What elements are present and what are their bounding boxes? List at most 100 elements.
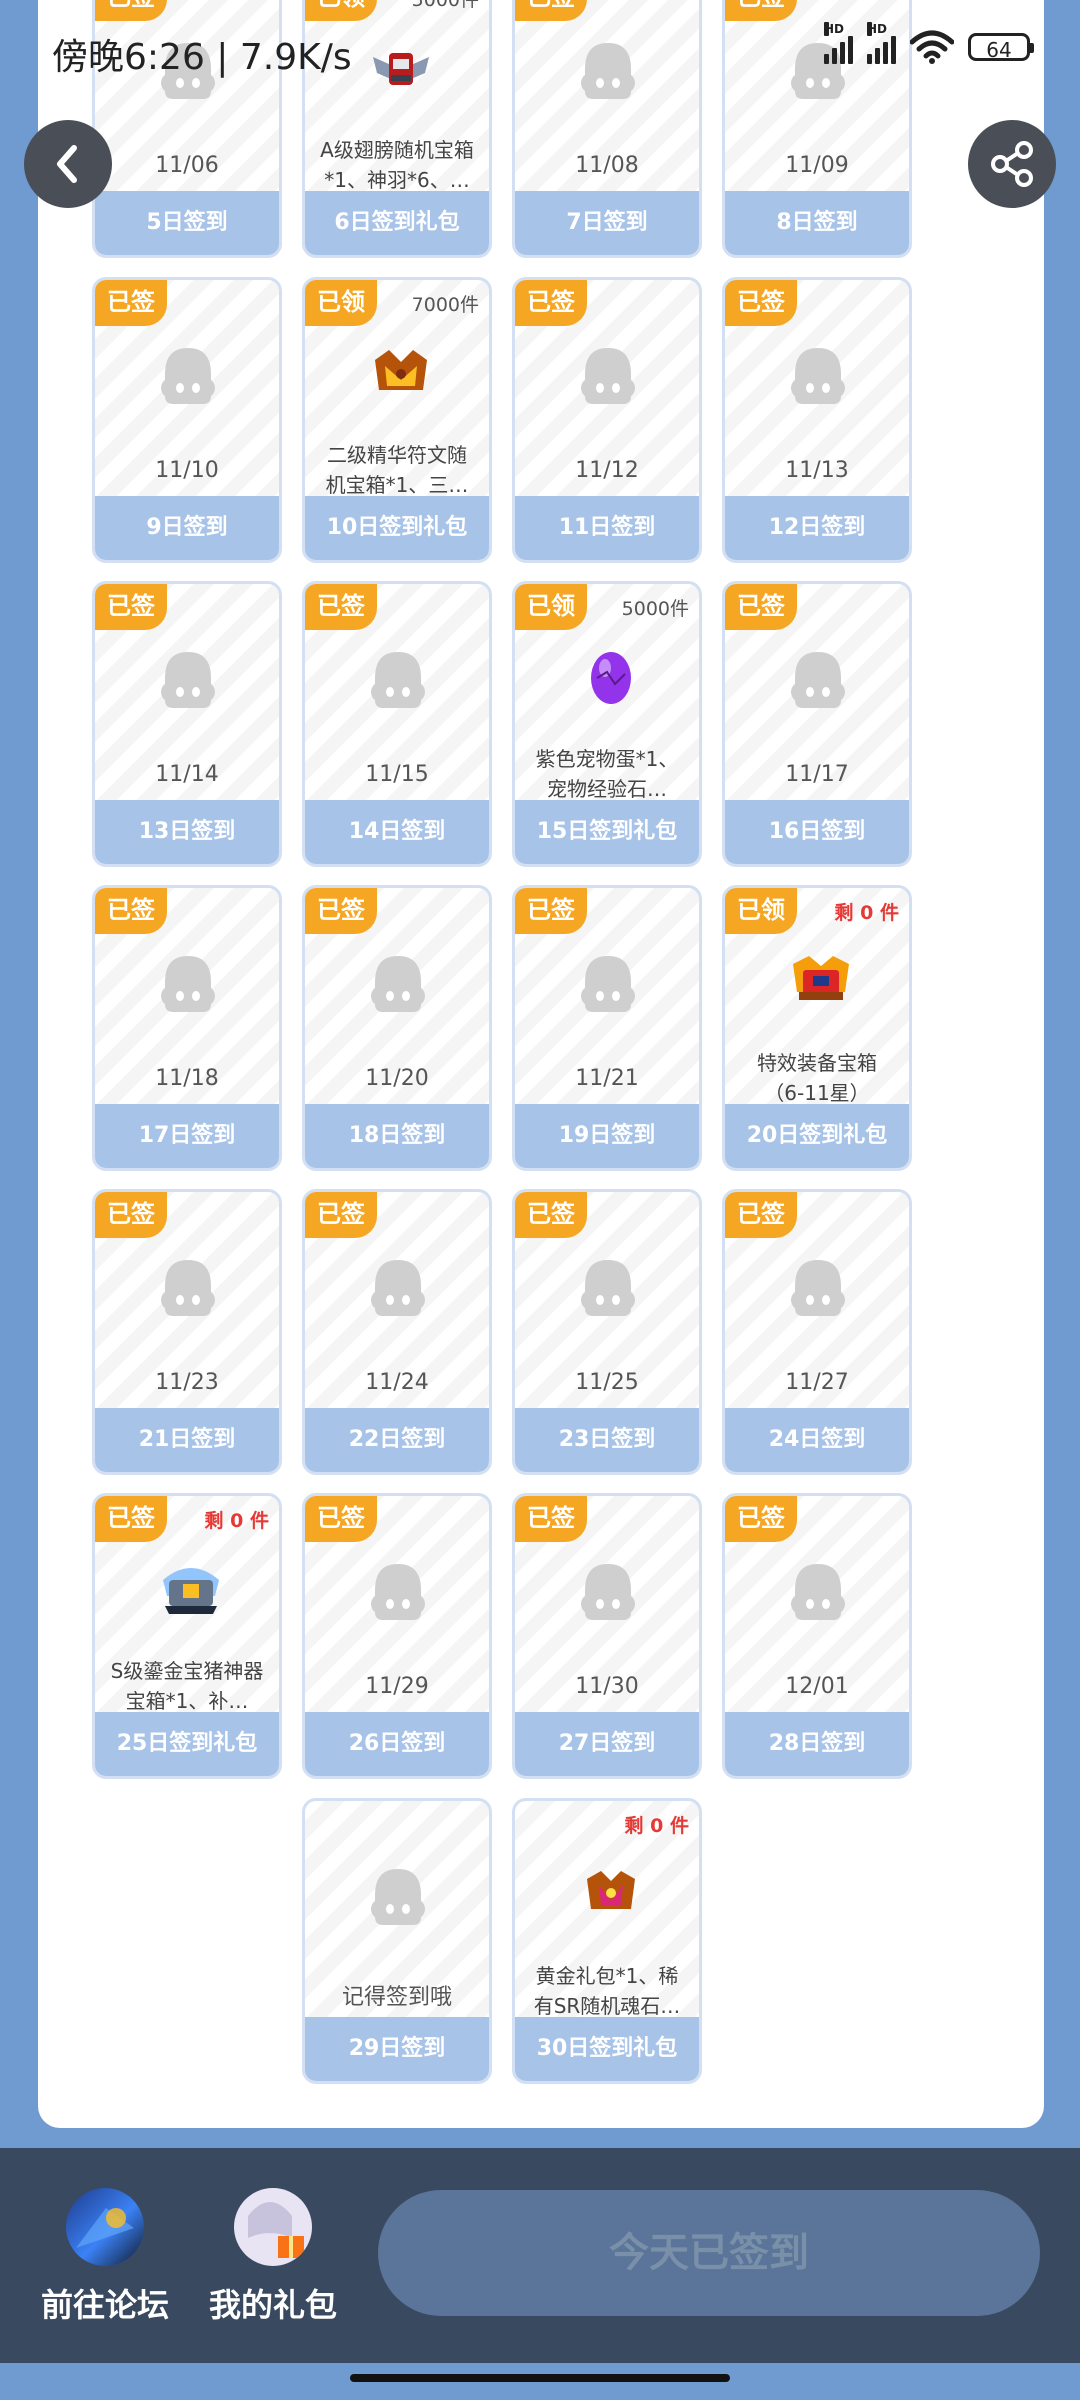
checkin-day-label: 27日签到: [515, 1712, 699, 1776]
back-button[interactable]: [24, 120, 112, 208]
signal-icon: HD: [867, 22, 896, 64]
reward-description: A级翅膀随机宝箱*1、神羽*6、…: [320, 138, 474, 192]
checkin-date: 11/14: [155, 762, 219, 787]
checkin-button[interactable]: 今天已签到: [378, 2190, 1040, 2316]
checkin-day-label: 9日签到: [95, 496, 279, 560]
claimed-badge: 已签: [515, 888, 587, 934]
checkin-date: 11/09: [785, 153, 849, 178]
checkin-day-label: 11日签到: [515, 496, 699, 560]
checkin-day-label: 20日签到礼包: [725, 1104, 909, 1168]
claimed-badge: 已签: [305, 584, 377, 630]
placeholder-mascot-icon: [577, 1256, 639, 1322]
status-icons: HD HD 64: [824, 22, 1034, 64]
placeholder-mascot-icon: [157, 344, 219, 410]
checkin-card[interactable]: 记得签到哦 29日签到: [302, 1798, 492, 2084]
checkin-card[interactable]: 已签 12/01 28日签到: [722, 1493, 912, 1779]
share-button[interactable]: [968, 120, 1056, 208]
checkin-date: 11/15: [365, 762, 429, 787]
checkin-card[interactable]: 已签 11/12 11日签到: [512, 277, 702, 563]
claimed-badge: 已签: [95, 1192, 167, 1238]
checkin-day-label: 28日签到: [725, 1712, 909, 1776]
checkin-card[interactable]: 已领 7000件 二级精华符文随机宝箱*1、三… 10日签到礼包: [302, 277, 492, 563]
checkin-day-label: 26日签到: [305, 1712, 489, 1776]
rune-chest-icon: [369, 340, 433, 404]
placeholder-mascot-icon: [157, 648, 219, 714]
forum-link[interactable]: 前往论坛: [20, 2188, 190, 2326]
checkin-card[interactable]: 剩 0 件黄金礼包*1、稀有SR随机魂石… 30日签到礼包: [512, 1798, 702, 2084]
checkin-day-label: 25日签到礼包: [95, 1712, 279, 1776]
artifact-chest-icon: [159, 1556, 223, 1620]
checkin-day-label: 7日签到: [515, 191, 699, 255]
checkin-card[interactable]: 已签 11/15 14日签到: [302, 581, 492, 867]
claimed-badge: 已签: [305, 1496, 377, 1542]
checkin-card[interactable]: 已签 11/13 12日签到: [722, 277, 912, 563]
checkin-date: 11/13: [785, 458, 849, 483]
checkin-day-label: 17日签到: [95, 1104, 279, 1168]
checkin-card[interactable]: 已签 剩 0 件 S级鎏金宝猪神器宝箱*1、补… 25日签到礼包: [92, 1493, 282, 1779]
checkin-card[interactable]: 已签 11/24 22日签到: [302, 1189, 492, 1475]
checkin-day-label: 23日签到: [515, 1408, 699, 1472]
checkin-day-label: 15日签到礼包: [515, 800, 699, 864]
forum-app-icon: [66, 2188, 144, 2266]
claimed-badge: 已签: [305, 1192, 377, 1238]
checkin-card[interactable]: 已签 11/18 17日签到: [92, 885, 282, 1171]
checkin-day-label: 19日签到: [515, 1104, 699, 1168]
checkin-card[interactable]: 已签 11/14 13日签到: [92, 581, 282, 867]
checkin-date: 11/06: [155, 153, 219, 178]
claimed-badge: 已签: [95, 280, 167, 326]
checkin-day-label: 12日签到: [725, 496, 909, 560]
checkin-date: 11/30: [575, 1674, 639, 1699]
placeholder-mascot-icon: [157, 1256, 219, 1322]
home-indicator[interactable]: [350, 2374, 730, 2382]
claimed-badge: 已签: [725, 280, 797, 326]
checkin-panel: 已签 11/06 5日签到已领 5000件 A级翅膀随机宝箱*1、神羽*6、…6日签到礼…: [38, 0, 1044, 2128]
reward-description: S级鎏金宝猪神器宝箱*1、补…: [110, 1659, 264, 1713]
claimed-badge: 已签: [95, 888, 167, 934]
checkin-card[interactable]: 已领 5000件 紫色宠物蛋*1、宠物经验石… 15日签到礼包: [512, 581, 702, 867]
claimed-badge: 已签: [515, 280, 587, 326]
reward-description: 紫色宠物蛋*1、宠物经验石…: [535, 747, 679, 801]
checkin-day-label: 21日签到: [95, 1408, 279, 1472]
placeholder-mascot-icon: [367, 648, 429, 714]
checkin-day-label: 8日签到: [725, 191, 909, 255]
checkin-card[interactable]: 已领 剩 0 件特效装备宝箱（6-11星）*1、…20日签到礼包: [722, 885, 912, 1171]
checkin-card[interactable]: 已签 11/30 27日签到: [512, 1493, 702, 1779]
placeholder-mascot-icon: [157, 952, 219, 1018]
checkin-date: 11/23: [155, 1370, 219, 1395]
my-gifts-link[interactable]: 我的礼包: [188, 2188, 358, 2326]
checkin-day-label: 18日签到: [305, 1104, 489, 1168]
placeholder-mascot-icon: [577, 344, 639, 410]
checkin-date: 11/27: [785, 1370, 849, 1395]
checkin-date: 11/24: [365, 1370, 429, 1395]
checkin-card[interactable]: 已签 11/29 26日签到: [302, 1493, 492, 1779]
claimed-badge: 已签: [725, 584, 797, 630]
status-bar: 傍晚6:26 | 7.9K/s HD HD 64: [0, 0, 1080, 100]
checkin-card[interactable]: 已签 11/21 19日签到: [512, 885, 702, 1171]
claimed-badge: 已签: [725, 1192, 797, 1238]
checkin-card[interactable]: 已签 11/10 9日签到: [92, 277, 282, 563]
checkin-card[interactable]: 已签 11/25 23日签到: [512, 1189, 702, 1475]
checkin-date: 11/20: [365, 1066, 429, 1091]
placeholder-mascot-icon: [787, 1256, 849, 1322]
checkin-day-label: 24日签到: [725, 1408, 909, 1472]
claimed-badge: 已签: [725, 1496, 797, 1542]
claimed-badge: 已签: [515, 1496, 587, 1542]
checkin-date: 11/25: [575, 1370, 639, 1395]
checkin-day-label: 30日签到礼包: [515, 2017, 699, 2081]
checkin-card[interactable]: 已签 11/17 16日签到: [722, 581, 912, 867]
bottom-bar: 前往论坛 我的礼包 今天已签到: [0, 2148, 1080, 2363]
reward-description: 特效装备宝箱（6-11星）*1、…: [757, 1051, 877, 1105]
reward-description: 黄金礼包*1、稀有SR随机魂石…: [533, 1964, 681, 2018]
checkin-card[interactable]: 已签 11/27 24日签到: [722, 1189, 912, 1475]
checkin-card[interactable]: 已签 11/20 18日签到: [302, 885, 492, 1171]
claimed-badge: 已领: [725, 888, 797, 934]
checkin-day-label: 14日签到: [305, 800, 489, 864]
checkin-card[interactable]: 已签 11/23 21日签到: [92, 1189, 282, 1475]
checkin-date: 11/08: [575, 153, 639, 178]
chevron-left-icon: [57, 145, 77, 183]
checkin-date: 11/12: [575, 458, 639, 483]
reward-description: 二级精华符文随机宝箱*1、三…: [325, 443, 469, 497]
stock-count: 剩 0 件: [624, 1815, 689, 1837]
share-icon: [991, 141, 1033, 187]
stock-count: 剩 0 件: [834, 902, 899, 924]
